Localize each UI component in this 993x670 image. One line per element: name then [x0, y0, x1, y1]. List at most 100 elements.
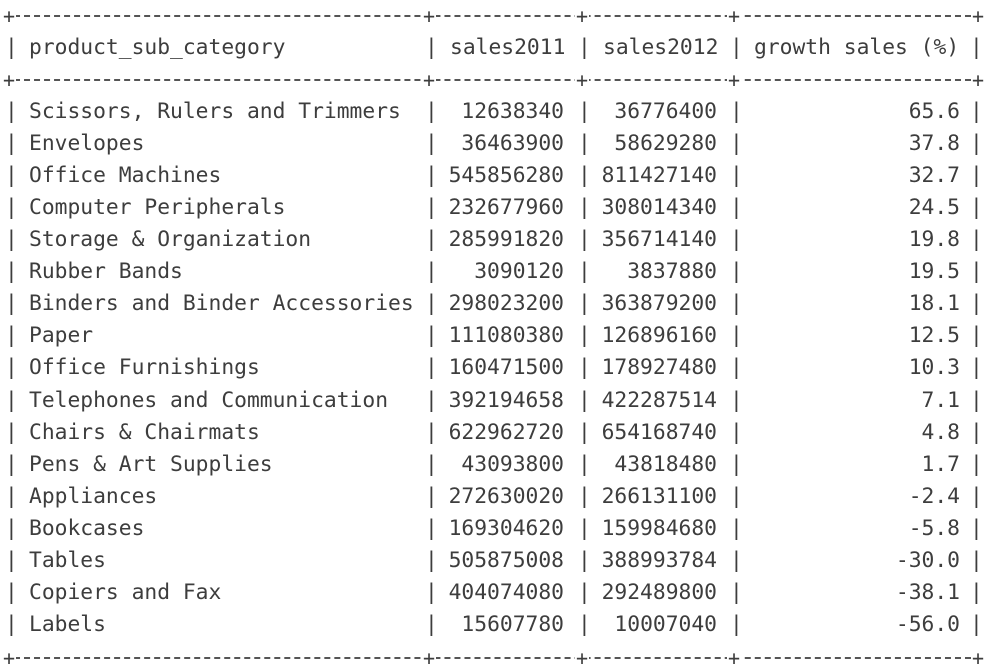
column-divider: | [578, 163, 591, 189]
column-divider: | [730, 131, 743, 157]
column-divider: | [578, 323, 591, 349]
column-divider: | [425, 483, 438, 509]
cell-growth-sales: -5.8 [908, 515, 960, 541]
table-row: | | | | | Tables 505875008 388993784 -30.0 [0, 545, 993, 577]
table-border-top: + + + + + [2, 4, 985, 28]
column-divider: | [578, 291, 591, 317]
cell-growth-sales: -30.0 [895, 547, 960, 573]
cell-sales2011: 169304620 [448, 515, 564, 541]
column-divider: | [970, 99, 983, 124]
column-divider: | [970, 483, 983, 509]
column-divider: | [5, 611, 18, 637]
cell-sales2012: 159984680 [601, 515, 717, 541]
cell-growth-sales: 19.8 [908, 227, 960, 253]
column-divider: | [5, 163, 18, 189]
column-divider: | [730, 323, 743, 349]
query-result-table: + + + + + | product_sub_category | sales… [0, 0, 993, 670]
cell-sales2011: 111080380 [448, 323, 564, 349]
cell-product-sub-category: Storage & Organization [29, 227, 312, 253]
cell-sales2012: 356714140 [601, 227, 717, 253]
cell-sales2012: 292489800 [601, 579, 717, 605]
column-divider: | [730, 451, 743, 477]
cell-product-sub-category: Computer Peripherals [29, 195, 286, 221]
cell-growth-sales: -2.4 [908, 483, 960, 509]
column-divider: | [5, 131, 18, 157]
column-divider: | [970, 163, 983, 189]
column-divider: | [425, 387, 438, 413]
cell-product-sub-category: Chairs & Chairmats [29, 419, 260, 445]
column-divider: | [425, 131, 438, 157]
cell-sales2012: 266131100 [601, 483, 717, 509]
table-header-row: | product_sub_category | sales2011 | sal… [0, 32, 993, 64]
cell-sales2012: 308014340 [601, 195, 717, 221]
column-divider: | [970, 451, 983, 477]
column-divider: | [425, 515, 438, 541]
cell-product-sub-category: Appliances [29, 483, 158, 509]
column-divider: | [425, 451, 438, 477]
column-divider: | [425, 323, 438, 349]
cell-sales2011: 3090120 [474, 259, 564, 285]
cell-sales2011: 272630020 [448, 483, 564, 509]
table-row: | | | | | Office Machines 545856280 811427140 32… [0, 160, 993, 192]
column-divider: | [578, 547, 591, 573]
cell-growth-sales: 7.1 [921, 387, 960, 413]
cell-sales2011: 160471500 [448, 355, 564, 381]
cell-sales2011: 505875008 [448, 547, 564, 573]
column-divider: | [730, 611, 743, 637]
cell-sales2012: 3837880 [627, 259, 717, 285]
cell-sales2011: 404074080 [448, 579, 564, 605]
column-divider: | [425, 259, 438, 285]
column-divider: | [730, 227, 743, 253]
table-row: | | | | | Scissors, Rulers and Trimmers 126383… [0, 96, 993, 128]
cell-sales2011: 298023200 [448, 291, 564, 317]
column-header-sales2012: sales2012 [603, 35, 719, 60]
cell-sales2012: 363879200 [601, 291, 717, 317]
cell-growth-sales: -38.1 [895, 579, 960, 605]
column-divider: | [730, 515, 743, 541]
column-divider: | [970, 419, 983, 445]
column-divider: | [425, 163, 438, 189]
table-row: | | | | | Pens & Art Supplies 43093800 43818480… [0, 449, 993, 481]
column-divider: | [970, 131, 983, 157]
column-divider: | [578, 451, 591, 477]
cell-growth-sales: 4.8 [921, 419, 960, 445]
column-divider: | [578, 483, 591, 509]
column-divider: | [730, 259, 743, 285]
column-divider: | [970, 259, 983, 285]
table-row: | | | | | Chairs & Chairmats 622962720 65416874… [0, 417, 993, 449]
column-divider: | [5, 419, 18, 445]
cell-product-sub-category: Copiers and Fax [29, 579, 222, 605]
column-header-product-sub-category: product_sub_category [29, 35, 286, 60]
cell-sales2012: 58629280 [614, 131, 717, 157]
column-divider: | [5, 515, 18, 541]
cell-product-sub-category: Scissors, Rulers and Trimmers [29, 99, 401, 124]
column-divider: | [970, 547, 983, 573]
cell-sales2011: 622962720 [448, 419, 564, 445]
column-divider: | [578, 259, 591, 285]
table-row: | | | | | Envelopes 36463900 58629280 37.8 [0, 128, 993, 160]
column-divider: | [970, 355, 983, 381]
table-border-bottom: + + + + + [2, 646, 985, 670]
cell-sales2012: 422287514 [601, 387, 717, 413]
table-row: | | | | | Office Furnishings 160471500 17892748… [0, 352, 993, 384]
column-divider: | [730, 195, 743, 221]
column-divider: | [970, 323, 983, 349]
cell-product-sub-category: Binders and Binder Accessories [29, 291, 414, 317]
column-divider: | [730, 163, 743, 189]
cell-growth-sales: 65.6 [908, 99, 960, 124]
column-divider: | [578, 419, 591, 445]
cell-growth-sales: 32.7 [908, 163, 960, 189]
column-divider: | [5, 451, 18, 477]
cell-product-sub-category: Bookcases [29, 515, 145, 541]
table-row: | | | | | Telephones and Communication 3921946… [0, 385, 993, 417]
cell-sales2012: 654168740 [601, 419, 717, 445]
cell-product-sub-category: Pens & Art Supplies [29, 451, 273, 477]
cell-sales2011: 12638340 [461, 99, 564, 124]
cell-growth-sales: 24.5 [908, 195, 960, 221]
column-divider: | [578, 611, 591, 637]
cell-growth-sales: 12.5 [908, 323, 960, 349]
column-divider: | [5, 387, 18, 413]
cell-growth-sales: 19.5 [908, 259, 960, 285]
table-row: | | | | | Labels 15607780 10007040 -56.0 [0, 609, 993, 641]
column-header-sales2011: sales2011 [450, 35, 566, 60]
